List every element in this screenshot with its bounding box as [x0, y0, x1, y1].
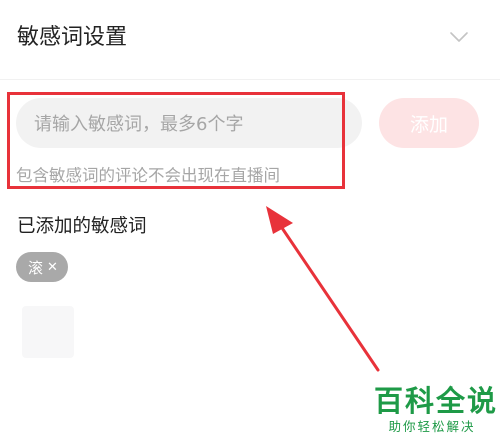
close-icon[interactable]: ✕ — [47, 261, 58, 274]
input-placeholder: 请输入敏感词，最多6个字 — [34, 114, 244, 135]
header-divider — [0, 79, 500, 80]
page-title: 敏感词设置 — [17, 25, 128, 50]
faint-placeholder-block — [22, 306, 74, 358]
word-chip[interactable]: 滚 ✕ — [16, 252, 68, 282]
watermark-title: 百科全说 — [374, 384, 499, 418]
watermark-subtitle: 助你轻松解决 — [388, 419, 476, 434]
watermark: 百科全说 助你轻松解决 — [374, 384, 499, 436]
add-button[interactable]: 添加 — [379, 98, 479, 148]
word-chip-label: 滚 — [28, 258, 44, 277]
header: 敏感词设置 — [0, 0, 500, 80]
sensitive-word-input[interactable]: 请输入敏感词，最多6个字 — [16, 98, 362, 148]
added-words-title: 已添加的敏感词 — [17, 216, 147, 237]
chevron-down-icon[interactable] — [448, 26, 470, 48]
hint-text: 包含敏感词的评论不会出现在直播间 — [16, 166, 280, 185]
